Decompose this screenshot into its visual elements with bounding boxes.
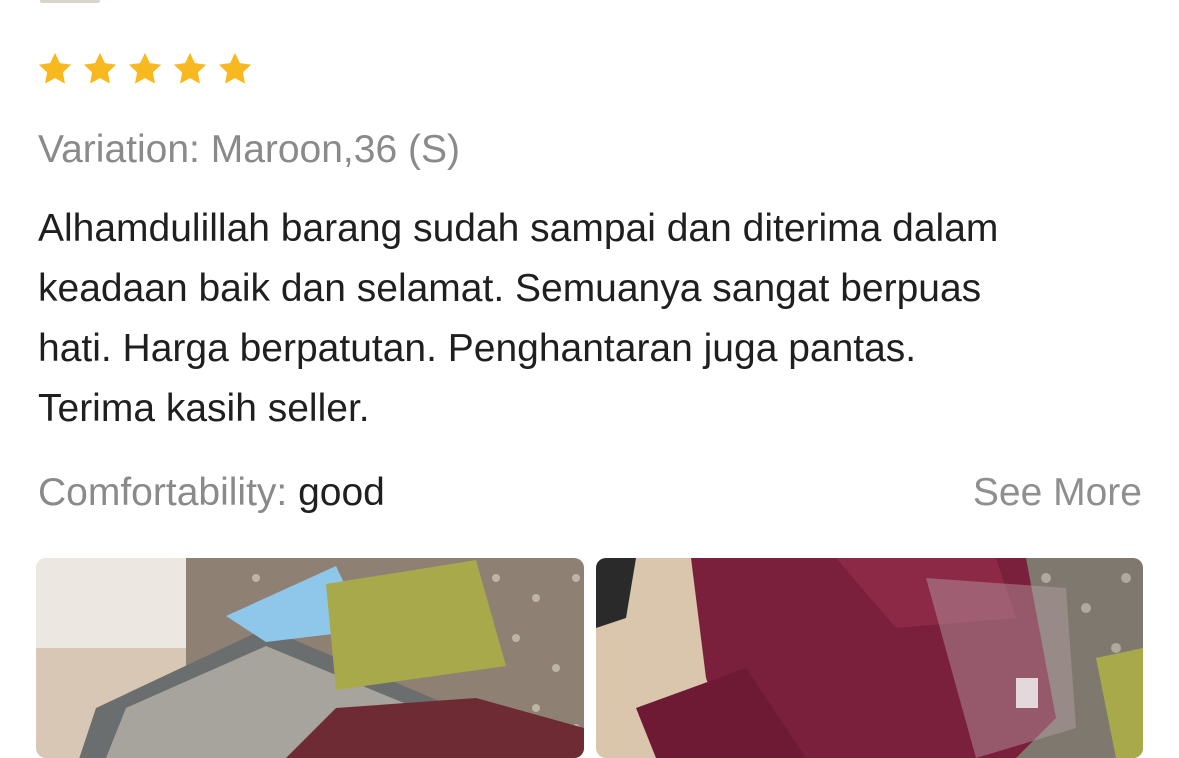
star-icon <box>216 50 254 88</box>
attribute-value: good <box>298 471 385 514</box>
attribute-row: Comfortability: good See More <box>38 466 1142 520</box>
review-photo-pillows-on-carpet[interactable] <box>36 558 584 758</box>
see-more-link[interactable]: See More <box>973 466 1142 520</box>
review-photo-maroon-garment[interactable] <box>596 558 1143 758</box>
previous-thumbnail-edge <box>40 0 100 3</box>
star-icon <box>126 50 164 88</box>
star-icon <box>81 50 119 88</box>
attribute-label: Comfortability: <box>38 471 299 514</box>
star-rating <box>36 50 254 88</box>
star-icon <box>36 50 74 88</box>
review-photos <box>36 558 1143 758</box>
review-body: Alhamdulillah barang sudah sampai dan di… <box>38 199 1148 439</box>
review-body-line: Terima kasih seller. <box>38 387 370 430</box>
star-icon <box>171 50 209 88</box>
review-body-line: Alhamdulillah barang sudah sampai dan di… <box>38 207 999 250</box>
review-body-line: keadaan baik dan selamat. Semuanya sanga… <box>38 267 982 310</box>
variation-label: Variation: Maroon,36 (S) <box>38 128 460 171</box>
review-body-line: hati. Harga berpatutan. Penghantaran jug… <box>38 327 917 370</box>
